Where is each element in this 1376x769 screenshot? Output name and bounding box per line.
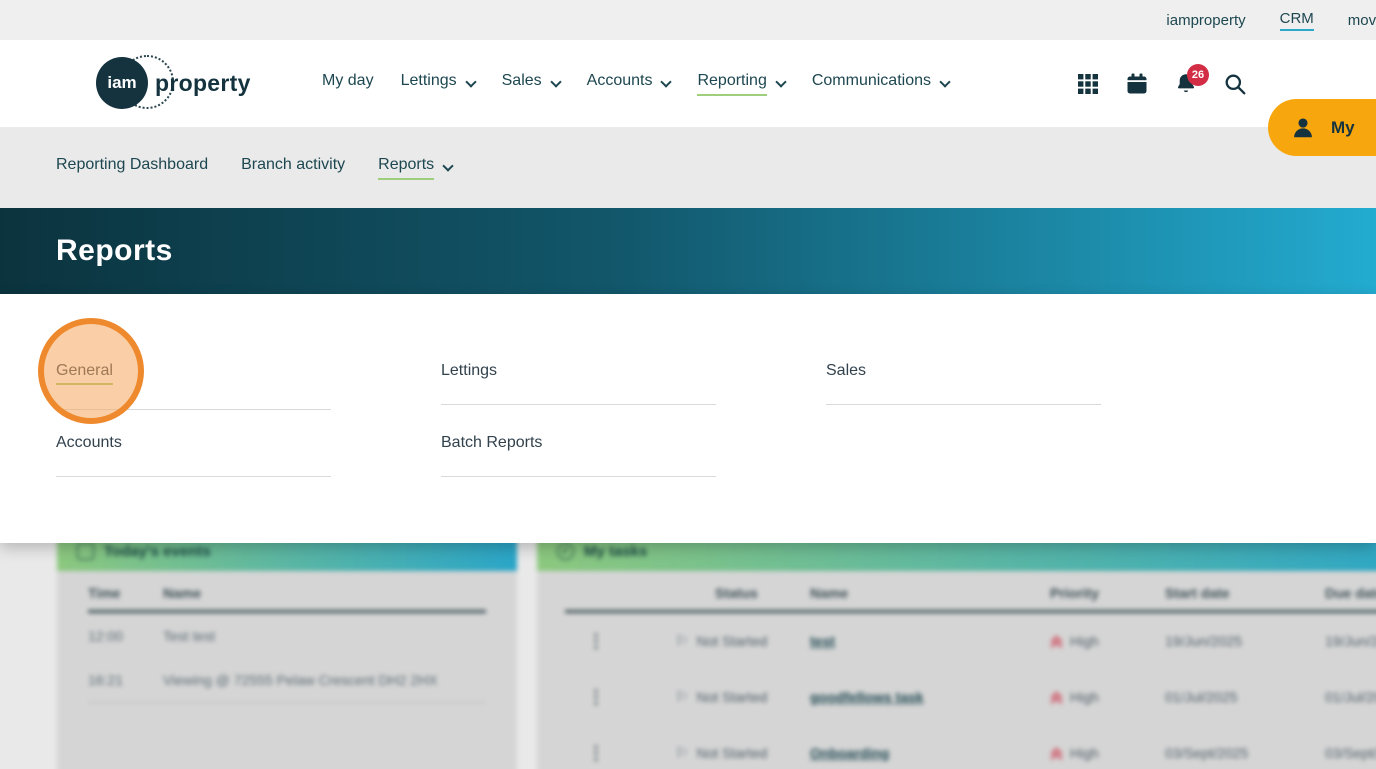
topbar-link-crm[interactable]: CRM — [1279, 10, 1314, 31]
divider — [56, 409, 331, 410]
check-circle-icon: ✓ — [557, 543, 574, 560]
tasks-col-name: Name — [810, 585, 849, 601]
todays-events-card: Today's events Time Name 12:00 Test test… — [57, 543, 517, 769]
tasks-col-due-date: Due date — [1325, 585, 1376, 601]
tasks-col-priority: Priority — [1050, 585, 1100, 601]
event-row[interactable]: 16:21 Viewing @ 72555 Pelaw Crescent DH2… — [88, 658, 486, 703]
priority-high-icon — [1050, 691, 1063, 704]
system-topbar: iamproperty CRM movebutler — [0, 0, 1376, 40]
events-col-time: Time — [88, 585, 121, 601]
person-icon — [1294, 117, 1312, 137]
task-link[interactable]: goodfellows task — [810, 689, 924, 705]
reports-menu-general[interactable]: General — [56, 362, 331, 410]
notification-count-badge: 26 — [1187, 63, 1209, 86]
notifications-bell-icon[interactable]: 26 — [1174, 63, 1209, 96]
task-row: ⋮ ⚐ Not Started test High 19/Jun/2025 19/… — [565, 613, 1376, 669]
logo-circle-icon: iam — [96, 57, 148, 109]
subnav-reports[interactable]: Reports — [378, 156, 454, 180]
task-link[interactable]: test — [810, 633, 835, 649]
nav-sales[interactable]: Sales — [502, 72, 562, 96]
reports-menu-accounts[interactable]: Accounts — [56, 434, 331, 477]
nav-my-day[interactable]: My day — [322, 72, 374, 96]
nav-reporting[interactable]: Reporting — [697, 72, 787, 96]
divider — [441, 476, 716, 477]
status-flag-icon: ⚐ — [675, 633, 689, 650]
status-flag-icon: ⚐ — [675, 689, 689, 706]
row-menu-kebab-icon[interactable]: ⋮ — [565, 743, 625, 764]
my-account-button[interactable]: My — [1268, 99, 1376, 156]
events-col-name: Name — [163, 585, 202, 601]
tasks-col-start-date: Start date — [1165, 585, 1230, 601]
task-row: ⋮ ⚐ Not Started goodfellows task High 01/… — [565, 669, 1376, 725]
nav-lettings[interactable]: Lettings — [401, 72, 477, 96]
task-link[interactable]: Onboarding — [810, 745, 889, 761]
calendar-small-icon — [77, 543, 94, 560]
tasks-col-status: Status — [715, 585, 758, 601]
chevron-down-icon — [775, 75, 787, 88]
logo-wordmark: property — [155, 69, 251, 96]
chevron-down-icon — [442, 159, 454, 172]
calendar-icon[interactable] — [1125, 72, 1149, 96]
topbar-link-movebutler[interactable]: movebutler — [1348, 12, 1376, 29]
reports-dropdown-panel: General Lettings Sales Accounts Batch Re… — [0, 294, 1376, 543]
topbar-link-iamproperty[interactable]: iamproperty — [1166, 12, 1245, 29]
subnav-branch-activity[interactable]: Branch activity — [241, 156, 345, 180]
divider — [826, 404, 1101, 405]
event-row[interactable]: 12:00 Test test — [88, 613, 486, 658]
subnav-reporting-dashboard[interactable]: Reporting Dashboard — [56, 156, 208, 180]
nav-communications[interactable]: Communications — [812, 72, 951, 96]
my-tasks-card: ✓ My tasks Status Name Priority Start da… — [537, 543, 1376, 769]
task-row: ⋮ ⚐ Not Started Onboarding High 03/Sept/2… — [565, 725, 1376, 769]
page-title: Reports — [56, 234, 173, 267]
nav-accounts[interactable]: Accounts — [587, 72, 673, 96]
header-icon-group: 26 — [1076, 40, 1247, 127]
priority-high-icon — [1050, 747, 1063, 760]
page-banner: Reports — [0, 208, 1376, 294]
chevron-down-icon — [549, 75, 562, 88]
reports-menu-lettings[interactable]: Lettings — [441, 362, 716, 405]
apps-grid-icon[interactable] — [1076, 72, 1100, 96]
row-menu-kebab-icon[interactable]: ⋮ — [565, 631, 625, 652]
chevron-down-icon — [939, 75, 951, 88]
iamproperty-logo[interactable]: iam property — [96, 55, 251, 109]
reports-menu-sales[interactable]: Sales — [826, 362, 1101, 405]
main-header: iam property My day Lettings Sales Accou… — [0, 40, 1376, 156]
divider — [441, 404, 716, 405]
reporting-subnav: Reporting Dashboard Branch activity Repo… — [0, 127, 1376, 208]
priority-high-icon — [1050, 635, 1063, 648]
chevron-down-icon — [464, 75, 477, 88]
events-card-title: Today's events — [104, 543, 211, 560]
reports-menu-batch-reports[interactable]: Batch Reports — [441, 434, 716, 477]
tasks-card-title: My tasks — [584, 543, 648, 560]
row-menu-kebab-icon[interactable]: ⋮ — [565, 687, 625, 708]
dashboard-background: Today's events Time Name 12:00 Test test… — [0, 543, 1376, 769]
chevron-down-icon — [660, 75, 673, 88]
divider — [56, 476, 331, 477]
primary-nav: My day Lettings Sales Accounts Reporting… — [322, 40, 951, 127]
status-flag-icon: ⚐ — [675, 745, 689, 762]
search-icon[interactable] — [1223, 72, 1247, 96]
